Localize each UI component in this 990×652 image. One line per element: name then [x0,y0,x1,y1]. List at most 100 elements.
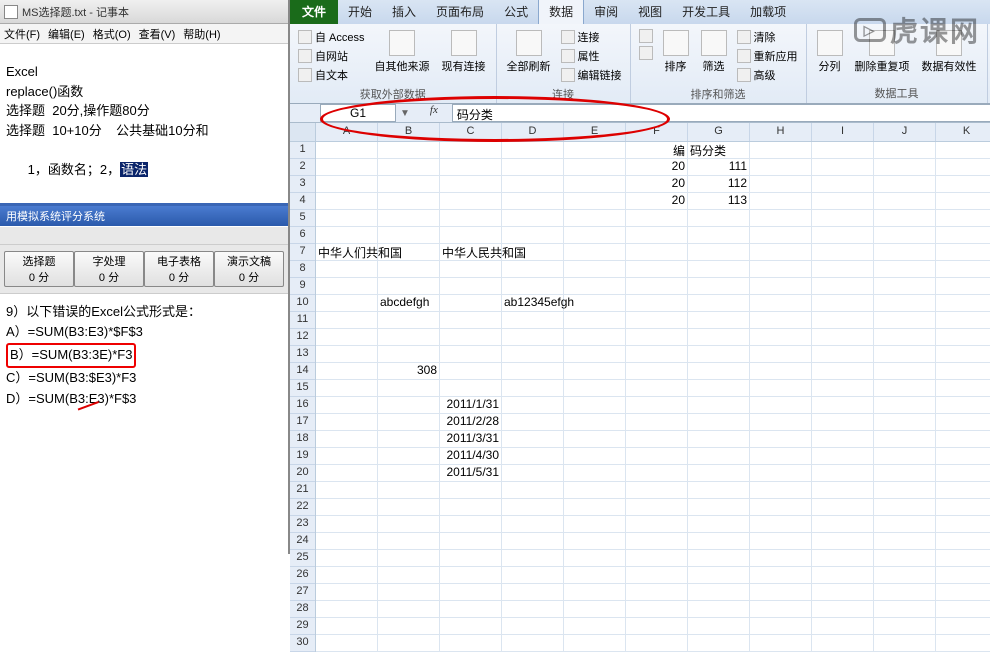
cell-F16[interactable] [626,397,688,413]
cell-F19[interactable] [626,448,688,464]
cell-I22[interactable] [812,499,874,515]
cell-B2[interactable] [378,159,440,175]
tab-data[interactable]: 数据 [538,0,584,24]
btn-az[interactable] [637,28,655,44]
cell-D19[interactable] [502,448,564,464]
cell-G26[interactable] [688,567,750,583]
cell-G25[interactable] [688,550,750,566]
cell-E16[interactable] [564,397,626,413]
cell-E19[interactable] [564,448,626,464]
row-header-30[interactable]: 30 [290,635,315,652]
cell-D28[interactable] [502,601,564,617]
row-header-1[interactable]: 1 [290,142,315,159]
cell-A17[interactable] [316,414,378,430]
cell-H18[interactable] [750,431,812,447]
cell-G18[interactable] [688,431,750,447]
cell-I9[interactable] [812,278,874,294]
cell-D27[interactable] [502,584,564,600]
cell-E9[interactable] [564,278,626,294]
cell-A29[interactable] [316,618,378,634]
cell-D30[interactable] [502,635,564,651]
cell-J23[interactable] [874,516,936,532]
cell-E20[interactable] [564,465,626,481]
cell-E13[interactable] [564,346,626,362]
cell-F27[interactable] [626,584,688,600]
cell-B6[interactable] [378,227,440,243]
cell-C2[interactable] [440,159,502,175]
cell-F7[interactable] [626,244,688,260]
row-header-15[interactable]: 15 [290,380,315,397]
cell-C6[interactable] [440,227,502,243]
cell-F24[interactable] [626,533,688,549]
cell-F22[interactable] [626,499,688,515]
cell-A22[interactable] [316,499,378,515]
cell-K18[interactable] [936,431,990,447]
cell-F8[interactable] [626,261,688,277]
cell-I25[interactable] [812,550,874,566]
cell-H19[interactable] [750,448,812,464]
cell-G1[interactable]: 码分类 [688,142,750,158]
cell-B17[interactable] [378,414,440,430]
col-header-K[interactable]: K [936,123,990,141]
row-header-24[interactable]: 24 [290,533,315,550]
cell-E22[interactable] [564,499,626,515]
cell-C12[interactable] [440,329,502,345]
cell-J18[interactable] [874,431,936,447]
cell-G21[interactable] [688,482,750,498]
cell-F13[interactable] [626,346,688,362]
menu-help[interactable]: 帮助(H) [183,26,220,42]
cell-E26[interactable] [564,567,626,583]
cell-K4[interactable] [936,193,990,209]
cell-F23[interactable] [626,516,688,532]
cell-F25[interactable] [626,550,688,566]
cell-B16[interactable] [378,397,440,413]
cell-D14[interactable] [502,363,564,379]
cell-E27[interactable] [564,584,626,600]
cell-D5[interactable] [502,210,564,226]
cell-F30[interactable] [626,635,688,651]
cell-K24[interactable] [936,533,990,549]
cell-C23[interactable] [440,516,502,532]
cell-J27[interactable] [874,584,936,600]
cell-D11[interactable] [502,312,564,328]
cell-I4[interactable] [812,193,874,209]
cell-E11[interactable] [564,312,626,328]
cell-A20[interactable] [316,465,378,481]
cell-J29[interactable] [874,618,936,634]
btn-editlinks[interactable]: 编辑链接 [559,66,624,84]
cell-H14[interactable] [750,363,812,379]
cell-J30[interactable] [874,635,936,651]
cell-A24[interactable] [316,533,378,549]
row-header-6[interactable]: 6 [290,227,315,244]
cell-K30[interactable] [936,635,990,651]
menu-edit[interactable]: 编辑(E) [48,26,85,42]
cell-C1[interactable] [440,142,502,158]
cell-C16[interactable]: 2011/1/31 [440,397,502,413]
cell-K21[interactable] [936,482,990,498]
cell-G27[interactable] [688,584,750,600]
cell-C19[interactable]: 2011/4/30 [440,448,502,464]
cell-A16[interactable] [316,397,378,413]
btn-za[interactable] [637,45,655,61]
cell-K27[interactable] [936,584,990,600]
cell-K8[interactable] [936,261,990,277]
cell-B9[interactable] [378,278,440,294]
cell-I26[interactable] [812,567,874,583]
cell-F4[interactable]: 20 [626,193,688,209]
cell-C10[interactable] [440,295,502,311]
cell-F21[interactable] [626,482,688,498]
cell-H20[interactable] [750,465,812,481]
cell-H21[interactable] [750,482,812,498]
cell-H8[interactable] [750,261,812,277]
cell-G15[interactable] [688,380,750,396]
cell-K10[interactable] [936,295,990,311]
cell-G24[interactable] [688,533,750,549]
btn-filter[interactable]: 筛选 [697,28,731,76]
cell-J20[interactable] [874,465,936,481]
cell-K20[interactable] [936,465,990,481]
cell-I17[interactable] [812,414,874,430]
cell-K6[interactable] [936,227,990,243]
cell-G2[interactable]: 111 [688,159,750,175]
cell-K3[interactable] [936,176,990,192]
cell-E14[interactable] [564,363,626,379]
